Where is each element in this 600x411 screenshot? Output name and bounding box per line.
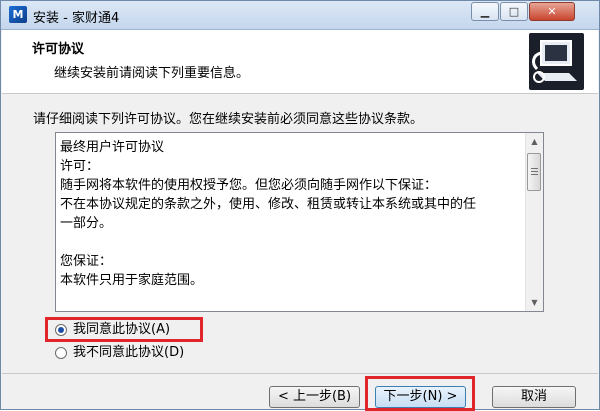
instruction-text: 请仔细阅读下列许可协议。您在继续安装前必须同意这些协议条款。 <box>33 112 424 127</box>
license-line: 最终用户许可协议 <box>60 140 165 155</box>
decline-label: 我不同意此协议(D) <box>73 345 185 360</box>
title-bar[interactable]: M 安装 - 家财通4 ▁ □ ✕ <box>1 1 599 30</box>
scroll-thumb[interactable] <box>527 153 541 191</box>
back-button[interactable]: < 上一步(B) <box>269 386 360 408</box>
license-line: 不在本协议规定的条款之外，使用、修改、租赁或转让本系统或其中的任 <box>60 197 477 212</box>
scroll-down-arrow-icon[interactable]: ▼ <box>526 294 543 311</box>
window-title: 安装 - 家财通4 <box>33 11 120 26</box>
license-line: 随手网将本软件的使用权授予您。但您必须向随手网作以下保证： <box>60 178 438 193</box>
page-subtitle: 继续安装前请阅读下列重要信息。 <box>54 66 250 81</box>
next-highlight-box <box>365 376 475 411</box>
scroll-grip-icon <box>531 168 538 169</box>
scroll-grip-icon <box>531 174 538 175</box>
maximize-button[interactable]: □ <box>500 2 528 21</box>
scroll-grip-icon <box>531 171 538 172</box>
minimize-button[interactable]: ▁ <box>471 2 499 21</box>
computer-install-icon <box>529 33 584 90</box>
license-line: 一部分。 <box>60 216 113 231</box>
license-line <box>60 233 520 252</box>
decline-option[interactable]: 我不同意此协议(D) <box>55 344 184 362</box>
footer-divider <box>2 373 598 374</box>
installer-app-icon: M <box>9 6 27 23</box>
license-line: 许可： <box>60 159 100 174</box>
installer-window: M 安装 - 家财通4 ▁ □ ✕ 许可协议 继续安装前请阅读下列重要信息。 请… <box>0 0 600 411</box>
license-textbox[interactable]: 最终用户许可协议 许可： 随手网将本软件的使用权授予您。但您必须向随手网作以下保… <box>55 132 544 312</box>
accept-highlight-box <box>45 317 203 342</box>
cancel-button[interactable]: 取消 <box>492 386 576 408</box>
license-line: 您保证： <box>60 254 113 269</box>
decline-radio[interactable] <box>55 347 67 359</box>
license-line: 本软件只用于家庭范围。 <box>60 273 204 288</box>
wizard-header: 许可协议 继续安装前请阅读下列重要信息。 <box>2 30 598 94</box>
license-scrollbar[interactable]: ▲ ▼ <box>525 133 543 311</box>
page-title: 许可协议 <box>32 42 85 57</box>
close-button[interactable]: ✕ <box>529 2 575 21</box>
license-text: 最终用户许可协议 许可： 随手网将本软件的使用权授予您。但您必须向随手网作以下保… <box>60 138 520 290</box>
scroll-up-arrow-icon[interactable]: ▲ <box>526 133 543 150</box>
